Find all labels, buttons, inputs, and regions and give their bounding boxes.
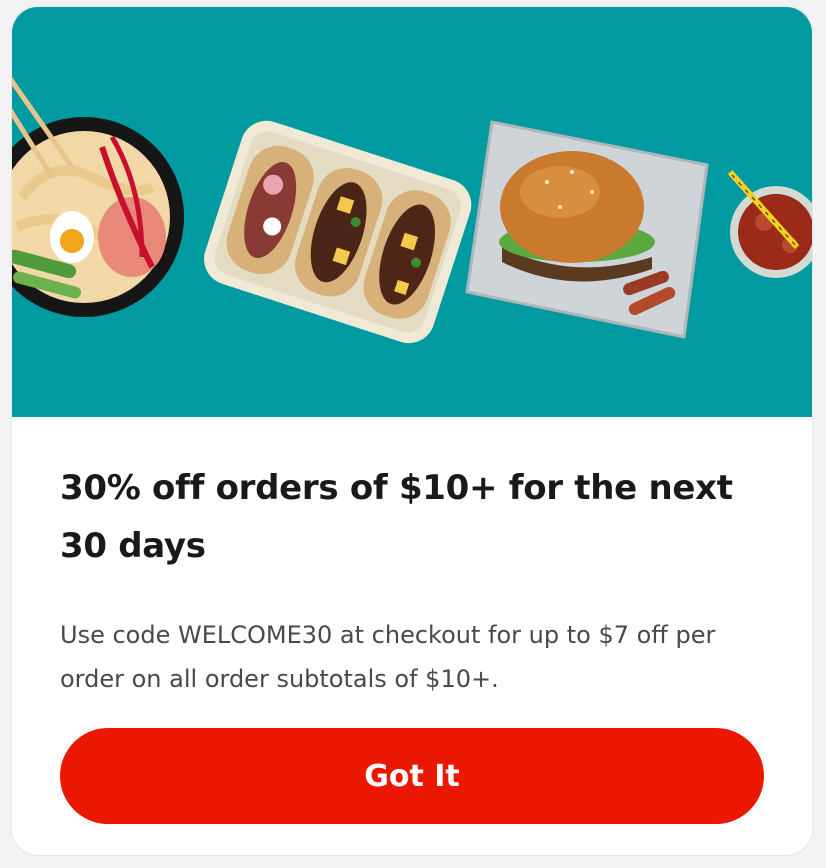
tacos-tray-image	[204, 120, 472, 344]
promo-card: 30% off orders of $10+ for the next 30 d…	[12, 7, 812, 855]
promo-title: 30% off orders of $10+ for the next 30 d…	[60, 468, 733, 566]
got-it-button[interactable]: Got It	[60, 728, 764, 824]
burger-image	[465, 120, 709, 339]
iced-drink-image	[727, 170, 812, 278]
ramen-bowl-image	[12, 76, 184, 317]
food-hero-banner	[12, 7, 812, 417]
promo-description: Use code WELCOME30 at checkout for up to…	[60, 621, 716, 693]
